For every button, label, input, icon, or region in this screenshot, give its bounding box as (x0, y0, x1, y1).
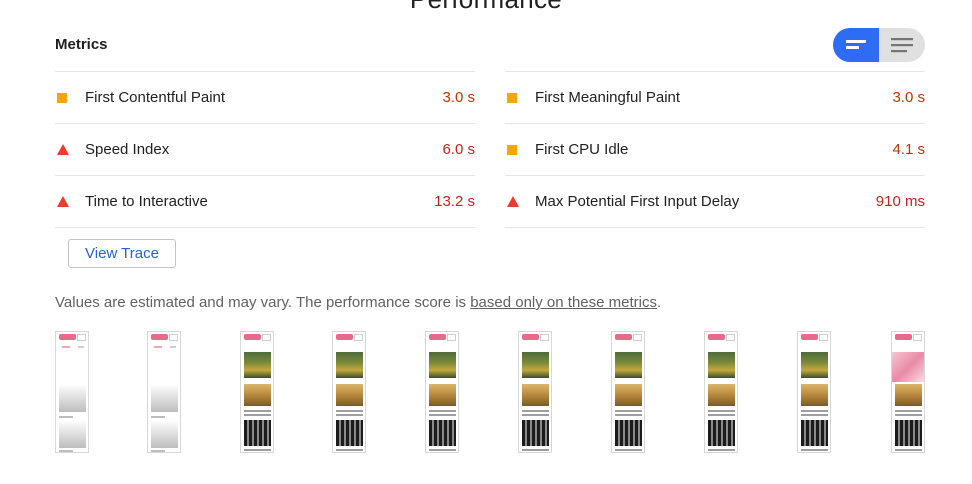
metric-value: 13.2 s (434, 193, 475, 210)
filmstrip-frame (518, 331, 552, 453)
metric-label: Max Potential First Input Delay (535, 193, 740, 210)
filmstrip-frame (704, 331, 738, 453)
metrics-title: Metrics (55, 36, 108, 53)
filmstrip (55, 331, 925, 455)
metric-row: Max Potential First Input Delay 910 ms (505, 176, 925, 228)
fail-triangle-icon (55, 196, 85, 207)
metric-row: Speed Index 6.0 s (55, 124, 475, 176)
metric-value: 3.0 s (892, 89, 925, 106)
metric-value: 910 ms (875, 193, 925, 210)
metrics-grid: First Contentful Paint 3.0 s Speed Index… (55, 71, 925, 228)
metric-value: 3.0 s (442, 89, 475, 106)
metrics-view-toggle[interactable] (833, 28, 925, 62)
metrics-disclaimer: Values are estimated and may vary. The p… (55, 294, 661, 311)
expanded-view-button[interactable] (833, 28, 879, 62)
filmstrip-frame (797, 331, 831, 453)
metric-value: 6.0 s (442, 141, 475, 158)
list-view-icon (891, 38, 913, 53)
metric-label: Speed Index (85, 141, 170, 158)
list-view-button[interactable] (879, 28, 925, 62)
metric-row: Time to Interactive 13.2 s (55, 176, 475, 228)
filmstrip-frame (240, 331, 274, 453)
filmstrip-frame (611, 331, 645, 453)
metric-label: Time to Interactive (85, 193, 208, 210)
metric-row: First CPU Idle 4.1 s (505, 124, 925, 176)
expanded-view-icon (846, 40, 866, 49)
metric-label: First Contentful Paint (85, 89, 226, 106)
filmstrip-frame (332, 331, 366, 453)
metric-row: First Meaningful Paint 3.0 s (505, 72, 925, 124)
fail-triangle-icon (505, 196, 535, 207)
filmstrip-frame (425, 331, 459, 453)
metric-row: First Contentful Paint 3.0 s (55, 72, 475, 124)
performance-report: Performance Metrics First C (0, 0, 972, 484)
view-trace-button[interactable]: View Trace (68, 239, 176, 268)
metric-label: First CPU Idle (535, 141, 629, 158)
filmstrip-frame (147, 331, 181, 453)
filmstrip-frame (55, 331, 89, 453)
average-square-icon (505, 144, 535, 155)
average-square-icon (505, 92, 535, 103)
average-square-icon (55, 92, 85, 103)
metric-label: First Meaningful Paint (535, 89, 681, 106)
metrics-column-left: First Contentful Paint 3.0 s Speed Index… (55, 71, 475, 228)
metrics-header: Metrics (55, 28, 925, 62)
section-title: Performance (0, 0, 972, 15)
metrics-column-right: First Meaningful Paint 3.0 s First CPU I… (505, 71, 925, 228)
disclaimer-text: Values are estimated and may vary. The p… (55, 294, 471, 311)
metrics-link[interactable]: based only on these metrics (470, 294, 657, 311)
fail-triangle-icon (55, 144, 85, 155)
disclaimer-period: . (656, 294, 662, 311)
metric-value: 4.1 s (892, 141, 925, 158)
filmstrip-frame (891, 331, 925, 453)
